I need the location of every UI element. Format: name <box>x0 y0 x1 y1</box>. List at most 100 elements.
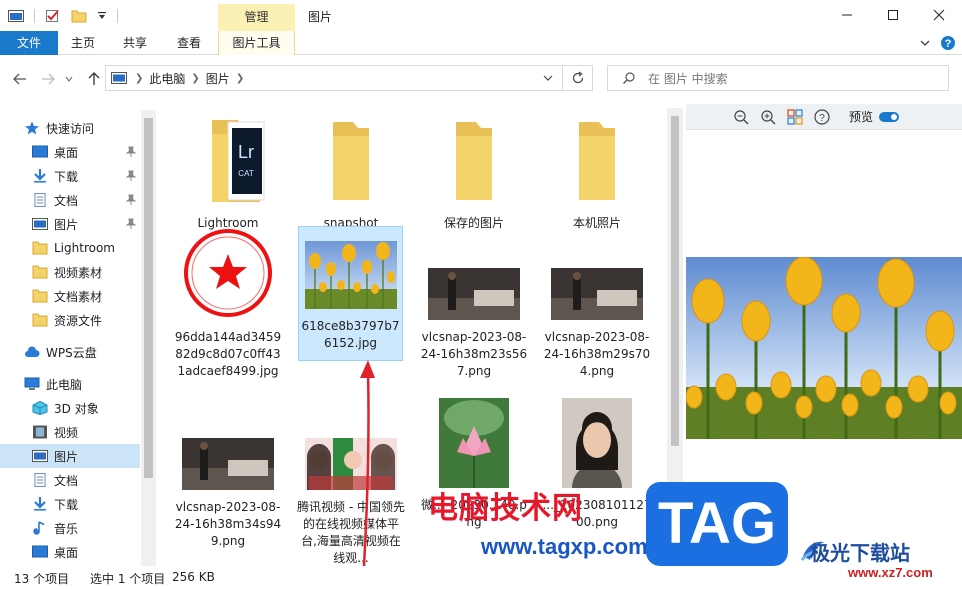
file-item-tulip-image[interactable]: 618ce8b3797b76152.jpg <box>298 226 403 361</box>
tab-home[interactable]: 主页 <box>60 31 106 55</box>
folder-icon <box>32 265 48 279</box>
tab-picture-tools[interactable]: 图片工具 <box>218 31 295 55</box>
manage-context-tab[interactable]: 管理 <box>218 4 295 31</box>
tab-view[interactable]: 查看 <box>166 31 212 55</box>
watermark-site-name: 电脑技术网 <box>428 491 583 526</box>
refresh-button[interactable] <box>563 65 593 91</box>
sidebar-item-3d-objects[interactable]: 3D 对象 <box>0 396 140 420</box>
sidebar-item-lightroom[interactable]: Lightroom <box>0 236 140 260</box>
lotus-thumbnail <box>439 398 509 488</box>
file-item-vlcsnap-3[interactable]: vlcsnap-2023-08-24-16h38m34s949.png <box>173 398 283 550</box>
recent-locations-button[interactable] <box>62 69 76 89</box>
sidebar-item-doc-assets[interactable]: 文档素材 <box>0 284 140 308</box>
help-button[interactable]: ? <box>940 35 956 54</box>
sidebar-this-pc[interactable]: 此电脑 <box>0 372 140 396</box>
sidebar-item-pictures[interactable]: 图片 <box>0 212 140 236</box>
file-item-tencent-video[interactable]: 腾讯视频 - 中国领先的在线视频媒体平台,海量高清视频在线观... <box>296 398 406 566</box>
navigation-pane: 快速访问 桌面 下载 文档 图片 Lightroom 视频素材 文档素材 资源文… <box>0 110 156 566</box>
search-box[interactable]: 在 图片 中搜索 <box>607 65 949 91</box>
desktop-icon <box>32 145 48 158</box>
preview-help-button[interactable]: ? <box>811 106 833 128</box>
watermark-site-url: www.tagxp.com <box>481 534 648 559</box>
tab-share[interactable]: 共享 <box>112 31 158 55</box>
annotation-arrow-icon <box>360 360 375 566</box>
file-item-snapshot[interactable]: snapshot <box>296 114 406 232</box>
breadcrumb-this-pc[interactable]: 此电脑 <box>149 70 185 87</box>
folder-icon <box>32 241 48 255</box>
ribbon-tabs: 文件 主页 共享 查看 图片工具 ? <box>0 31 962 55</box>
window-title: 图片 <box>308 10 333 24</box>
zoom-out-icon <box>734 109 749 124</box>
quick-access-toolbar <box>8 7 118 25</box>
file-item-camera-roll[interactable]: 本机照片 <box>542 114 652 232</box>
sidebar-item-music[interactable]: 音乐 <box>0 516 140 540</box>
sidebar-item-resources[interactable]: 资源文件 <box>0 308 140 332</box>
search-placeholder: 在 图片 中搜索 <box>648 71 728 86</box>
chevron-down-icon[interactable] <box>542 72 554 84</box>
file-list-scroll-thumb[interactable] <box>671 116 679 446</box>
preview-image <box>686 257 962 439</box>
close-button[interactable] <box>916 0 962 30</box>
app-grid-button[interactable] <box>784 106 806 128</box>
sidebar-item-downloads-pc[interactable]: 下载 <box>0 492 140 516</box>
file-item-lightroom[interactable]: Lr CAT Lightroom <box>173 114 283 232</box>
chevron-down-icon <box>65 76 73 82</box>
new-folder-icon[interactable] <box>71 9 87 23</box>
maximize-icon <box>888 10 898 20</box>
file-item-seal-image[interactable]: 96dda144ad345982d9c8d07c0ff431adcaef8499… <box>173 226 283 380</box>
forward-button[interactable] <box>38 69 58 89</box>
properties-check-icon[interactable] <box>45 9 61 23</box>
breadcrumb-pictures[interactable]: 图片 <box>206 70 230 87</box>
sidebar-item-video-assets[interactable]: 视频素材 <box>0 260 140 284</box>
file-item-saved-pictures[interactable]: 保存的图片 <box>419 114 529 232</box>
chevron-down-icon <box>920 40 930 46</box>
file-item-vlcsnap-2[interactable]: vlcsnap-2023-08-24-16h38m29s704.png <box>542 226 652 380</box>
address-bar[interactable]: ❯ 此电脑 ❯ 图片 ❯ <box>105 65 563 91</box>
sidebar-item-downloads[interactable]: 下载 <box>0 164 140 188</box>
sidebar-item-videos[interactable]: 视频 <box>0 420 140 444</box>
title-bar: 管理 图片 <box>0 0 962 32</box>
tab-file[interactable]: 文件 <box>0 31 58 55</box>
sidebar-wps-cloud[interactable]: WPS云盘 <box>0 340 140 364</box>
sidebar-scrollbar[interactable] <box>141 110 156 566</box>
sidebar-item-documents-pc[interactable]: 文档 <box>0 468 140 492</box>
preview-toolbar: ? 预览 <box>686 104 962 130</box>
zoom-out-button[interactable] <box>730 106 752 128</box>
svg-text:?: ? <box>945 38 952 50</box>
help-circle-icon: ? <box>814 108 830 125</box>
back-button[interactable] <box>10 69 30 89</box>
svg-text:Lr: Lr <box>238 142 254 162</box>
sidebar-item-documents[interactable]: 文档 <box>0 188 140 212</box>
watermark-jiguang-url: www.xz7.com <box>848 565 933 580</box>
up-button[interactable] <box>84 69 104 89</box>
pin-icon <box>126 170 136 181</box>
document-icon <box>34 193 46 207</box>
status-item-count: 13 个项目 <box>14 572 70 586</box>
zoom-in-icon <box>761 109 776 124</box>
breadcrumb-separator: ❯ <box>191 72 200 84</box>
breadcrumb-separator: ❯ <box>135 72 144 84</box>
preview-toggle[interactable] <box>879 111 900 122</box>
customize-dropdown-icon[interactable] <box>97 11 107 21</box>
pictures-icon <box>32 450 48 462</box>
folder-icon <box>333 122 369 200</box>
sidebar-scroll-thumb[interactable] <box>144 118 153 478</box>
pin-icon <box>126 146 136 157</box>
computer-icon <box>24 377 40 390</box>
sidebar-item-desktop-pc[interactable]: 桌面 <box>0 540 140 564</box>
file-item-vlcsnap-1[interactable]: vlcsnap-2023-08-24-16h38m23s567.png <box>419 226 529 380</box>
portrait-thumbnail <box>562 398 632 488</box>
refresh-icon <box>572 71 583 84</box>
expand-ribbon-button[interactable] <box>918 36 932 53</box>
sidebar-item-desktop[interactable]: 桌面 <box>0 140 140 164</box>
maximize-button[interactable] <box>870 0 916 30</box>
sidebar-item-pictures-pc[interactable]: 图片 <box>0 444 140 468</box>
folder-icon <box>32 289 48 303</box>
watermark-jiguang-name: 极光下载站 <box>810 541 910 565</box>
status-selected-count: 选中 1 个项目 <box>90 572 166 586</box>
sidebar-quick-access[interactable]: 快速访问 <box>0 116 140 140</box>
zoom-in-button[interactable] <box>757 106 779 128</box>
red-seal-thumbnail <box>184 229 272 317</box>
download-arrow-icon <box>34 169 46 183</box>
minimize-button[interactable] <box>824 0 870 30</box>
